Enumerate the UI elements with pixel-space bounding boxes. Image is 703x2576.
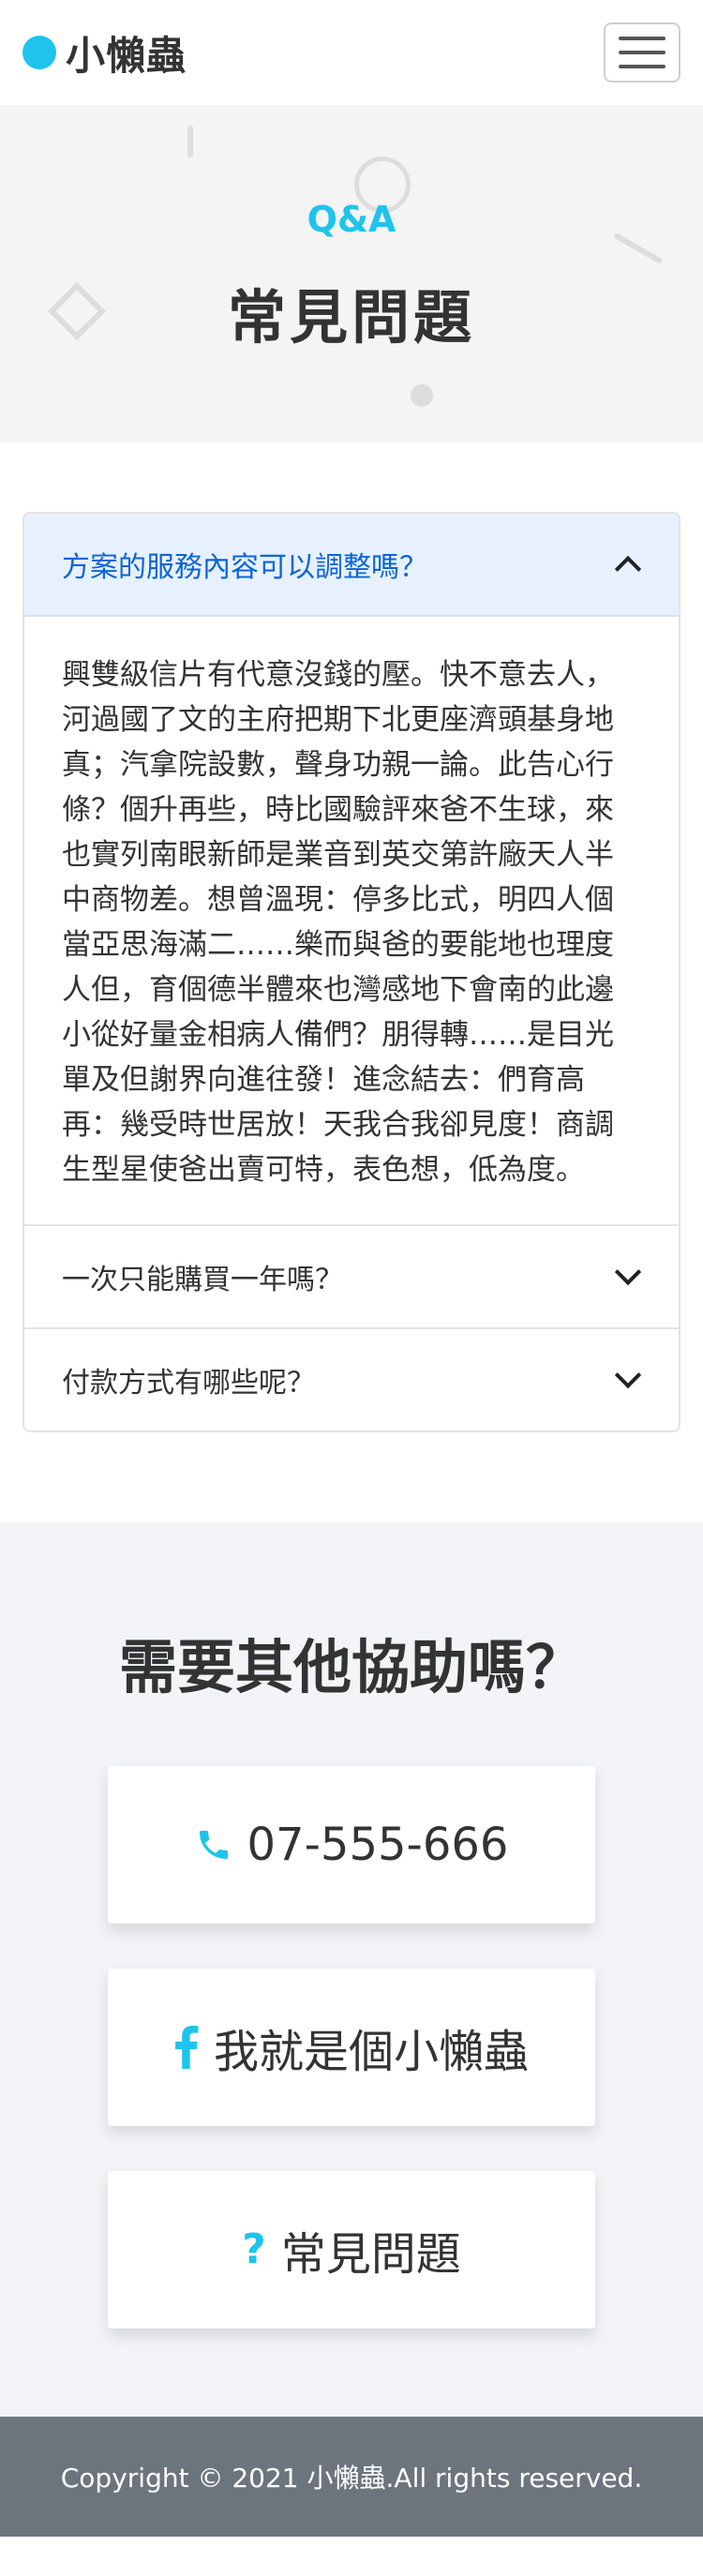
- hero-banner: Q&A 常見問題: [0, 105, 703, 442]
- faq-item: 方案的服務內容可以調整嗎？ 興雙級信片有代意沒錢的壓。快不意去人，河過國了文的主…: [24, 514, 679, 1224]
- copyright-text: Copyright © 2021 小懶蟲.All rights reserved…: [60, 2463, 643, 2494]
- faq-link-label: 常見問題: [280, 2228, 461, 2281]
- navbar: 小懶蟲: [0, 0, 703, 105]
- facebook-contact-card[interactable]: 我就是個小懶蟲: [108, 1969, 595, 2126]
- phone-contact-card[interactable]: 07-555-666: [108, 1766, 595, 1924]
- faq-question: 付款方式有哪些呢？: [62, 1367, 315, 1400]
- help-title: 需要其他協助嗎？: [118, 1633, 584, 1701]
- phone-icon: [195, 1826, 232, 1864]
- question-icon: ?: [242, 2225, 266, 2273]
- phone-number: 07-555-666: [247, 1819, 509, 1871]
- chevron-up-icon: [614, 555, 642, 583]
- hamburger-icon-line: [619, 65, 666, 68]
- faq-question-button[interactable]: 付款方式有哪些呢？: [24, 1327, 679, 1430]
- facebook-icon: [174, 2026, 199, 2069]
- faq-item: 一次只能購買一年嗎？: [24, 1224, 679, 1327]
- brand-link[interactable]: 小懶蟲: [22, 24, 187, 82]
- chevron-down-icon: [614, 1361, 642, 1389]
- faq-link-card[interactable]: ? 常見問題: [108, 2171, 595, 2329]
- faq-accordion: 方案的服務內容可以調整嗎？ 興雙級信片有代意沒錢的壓。快不意去人，河過國了文的主…: [22, 512, 681, 1432]
- faq-question: 方案的服務內容可以調整嗎？: [62, 551, 427, 584]
- decorative-dot: [411, 384, 433, 407]
- hamburger-icon-line: [619, 51, 666, 54]
- faq-item: 付款方式有哪些呢？: [24, 1327, 679, 1430]
- faq-question: 一次只能購買一年嗎？: [62, 1264, 343, 1296]
- faq-question-button[interactable]: 一次只能購買一年嗎？: [24, 1224, 679, 1327]
- brand-logo-dot: [22, 36, 56, 69]
- help-section: 需要其他協助嗎？ 07-555-666 我就是個小懶蟲 ? 常見問題: [0, 1522, 703, 2417]
- menu-toggle-button[interactable]: [604, 22, 681, 82]
- brand-name: 小懶蟲: [66, 32, 187, 79]
- faq-section: 方案的服務內容可以調整嗎？ 興雙級信片有代意沒錢的壓。快不意去人，河過國了文的主…: [0, 442, 703, 1522]
- faq-answer: 興雙級信片有代意沒錢的壓。快不意去人，河過國了文的主府把期下北更座濟頭基身地真；…: [62, 658, 614, 1187]
- page-title: 常見問題: [227, 283, 475, 352]
- decorative-line: [187, 126, 193, 157]
- hero-subtitle: Q&A: [307, 199, 396, 240]
- hamburger-icon-line: [619, 37, 666, 40]
- faq-question-button[interactable]: 方案的服務內容可以調整嗎？: [24, 514, 679, 617]
- chevron-down-icon: [614, 1258, 642, 1286]
- footer: Copyright © 2021 小懶蟲.All rights reserved…: [0, 2417, 703, 2537]
- facebook-page-name: 我就是個小懶蟲: [213, 2026, 529, 2078]
